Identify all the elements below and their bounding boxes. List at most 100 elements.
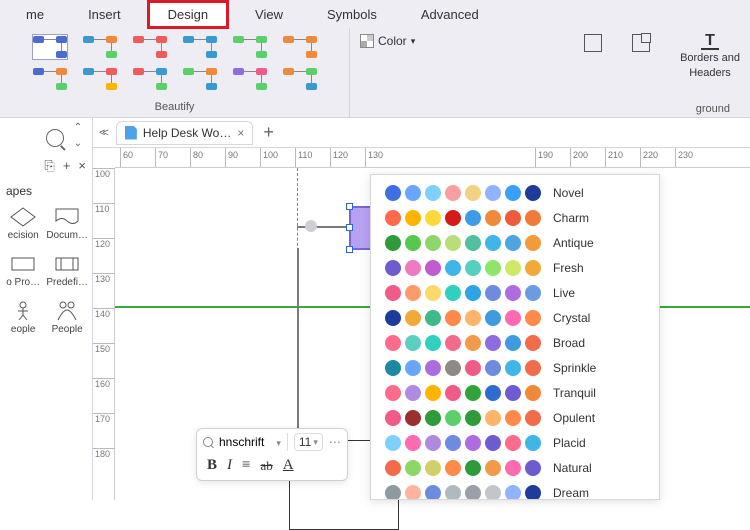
close-tab-icon[interactable]: × — [237, 126, 244, 140]
color-swatch[interactable] — [525, 385, 541, 401]
color-swatch[interactable] — [485, 485, 501, 499]
palette-live[interactable]: Live — [385, 285, 649, 301]
scheme-thumbnail[interactable] — [32, 66, 68, 92]
color-swatch[interactable] — [485, 260, 501, 276]
color-swatch[interactable] — [425, 385, 441, 401]
scroll-down-icon[interactable]: ⌄ — [70, 138, 86, 154]
palette-placid[interactable]: Placid — [385, 435, 649, 451]
color-swatch[interactable] — [505, 435, 521, 451]
color-swatch[interactable] — [485, 185, 501, 201]
color-swatch[interactable] — [385, 285, 401, 301]
color-swatch[interactable] — [445, 185, 461, 201]
color-swatch[interactable] — [405, 410, 421, 426]
color-swatch[interactable] — [425, 360, 441, 376]
color-swatch[interactable] — [465, 435, 481, 451]
palette-dream[interactable]: Dream — [385, 485, 649, 499]
color-swatch[interactable] — [485, 410, 501, 426]
search-icon[interactable] — [46, 129, 64, 147]
shape-people[interactable]: People — [46, 296, 88, 339]
color-swatch[interactable] — [485, 285, 501, 301]
color-swatch[interactable] — [445, 285, 461, 301]
scheme-thumbnail[interactable] — [132, 34, 168, 60]
color-swatch[interactable] — [405, 335, 421, 351]
color-swatch[interactable] — [425, 210, 441, 226]
color-swatch[interactable] — [405, 310, 421, 326]
font-picker[interactable]: ▾ — [203, 435, 281, 449]
palette-fresh[interactable]: Fresh — [385, 260, 649, 276]
italic-button[interactable]: I — [227, 457, 232, 474]
color-swatch[interactable] — [525, 310, 541, 326]
close-shape-icon[interactable]: × — [78, 158, 86, 174]
color-swatch[interactable] — [405, 360, 421, 376]
color-swatch[interactable] — [465, 310, 481, 326]
color-swatch[interactable] — [405, 210, 421, 226]
shape-ecision[interactable]: ecision — [4, 202, 42, 245]
color-swatch[interactable] — [525, 185, 541, 201]
color-dropdown[interactable]: Color ▾ — [360, 34, 415, 48]
color-swatch[interactable] — [485, 310, 501, 326]
color-swatch[interactable] — [505, 485, 521, 499]
shape-docum[interactable]: Docum… — [46, 202, 88, 245]
align-button[interactable]: ≡ — [242, 457, 250, 474]
color-swatch[interactable] — [385, 385, 401, 401]
color-swatch[interactable] — [465, 210, 481, 226]
color-swatch[interactable] — [465, 410, 481, 426]
color-swatch[interactable] — [445, 210, 461, 226]
menu-advanced[interactable]: Advanced — [403, 3, 497, 26]
color-swatch[interactable] — [405, 235, 421, 251]
new-tab-button[interactable]: + — [257, 122, 280, 143]
color-swatch[interactable] — [485, 385, 501, 401]
color-swatch[interactable] — [425, 335, 441, 351]
borders-headers-button[interactable]: T Borders and Headers — [680, 34, 740, 80]
color-swatch[interactable] — [525, 235, 541, 251]
color-swatch[interactable] — [425, 260, 441, 276]
color-swatch[interactable] — [425, 435, 441, 451]
font-color-button[interactable]: A — [283, 457, 294, 474]
shape-eople[interactable]: eople — [4, 296, 42, 339]
color-swatch[interactable] — [445, 310, 461, 326]
font-size-picker[interactable]: 11 ▾ — [294, 433, 323, 451]
shape-opro[interactable]: o Pro… — [4, 249, 42, 292]
color-swatch[interactable] — [505, 410, 521, 426]
shape-predefi[interactable]: Predefi… — [46, 249, 88, 292]
color-swatch[interactable] — [485, 460, 501, 476]
bold-button[interactable]: B — [207, 457, 217, 474]
menu-design[interactable]: Design — [147, 0, 229, 29]
color-swatch[interactable] — [425, 485, 441, 499]
color-swatch[interactable] — [525, 210, 541, 226]
color-swatch[interactable] — [445, 435, 461, 451]
color-swatch[interactable] — [465, 260, 481, 276]
palette-opulent[interactable]: Opulent — [385, 410, 649, 426]
color-swatch[interactable] — [445, 485, 461, 499]
color-swatch[interactable] — [525, 410, 541, 426]
color-swatch[interactable] — [385, 460, 401, 476]
color-swatch[interactable] — [525, 335, 541, 351]
color-swatch[interactable] — [385, 335, 401, 351]
color-swatch[interactable] — [405, 385, 421, 401]
color-swatch[interactable] — [505, 285, 521, 301]
more-icon[interactable]: ⋯ — [329, 435, 341, 449]
palette-crystal[interactable]: Crystal — [385, 310, 649, 326]
color-swatch[interactable] — [405, 460, 421, 476]
color-swatch[interactable] — [385, 410, 401, 426]
palette-broad[interactable]: Broad — [385, 335, 649, 351]
scheme-thumbnail[interactable] — [282, 34, 318, 60]
color-swatch[interactable] — [405, 260, 421, 276]
color-swatch[interactable] — [485, 360, 501, 376]
page-setup-button-2[interactable] — [632, 34, 650, 52]
color-swatch[interactable] — [445, 360, 461, 376]
color-swatch[interactable] — [505, 210, 521, 226]
color-swatch[interactable] — [445, 410, 461, 426]
color-swatch[interactable] — [525, 285, 541, 301]
color-swatch[interactable] — [425, 310, 441, 326]
add-shape-icon[interactable]: + — [63, 158, 71, 174]
color-swatch[interactable] — [485, 235, 501, 251]
color-swatch[interactable] — [505, 260, 521, 276]
color-swatch[interactable] — [425, 185, 441, 201]
color-swatch[interactable] — [385, 310, 401, 326]
color-swatch[interactable] — [425, 235, 441, 251]
menu-view[interactable]: View — [237, 3, 301, 26]
color-swatch[interactable] — [525, 460, 541, 476]
color-swatch[interactable] — [505, 310, 521, 326]
color-swatch[interactable] — [505, 235, 521, 251]
